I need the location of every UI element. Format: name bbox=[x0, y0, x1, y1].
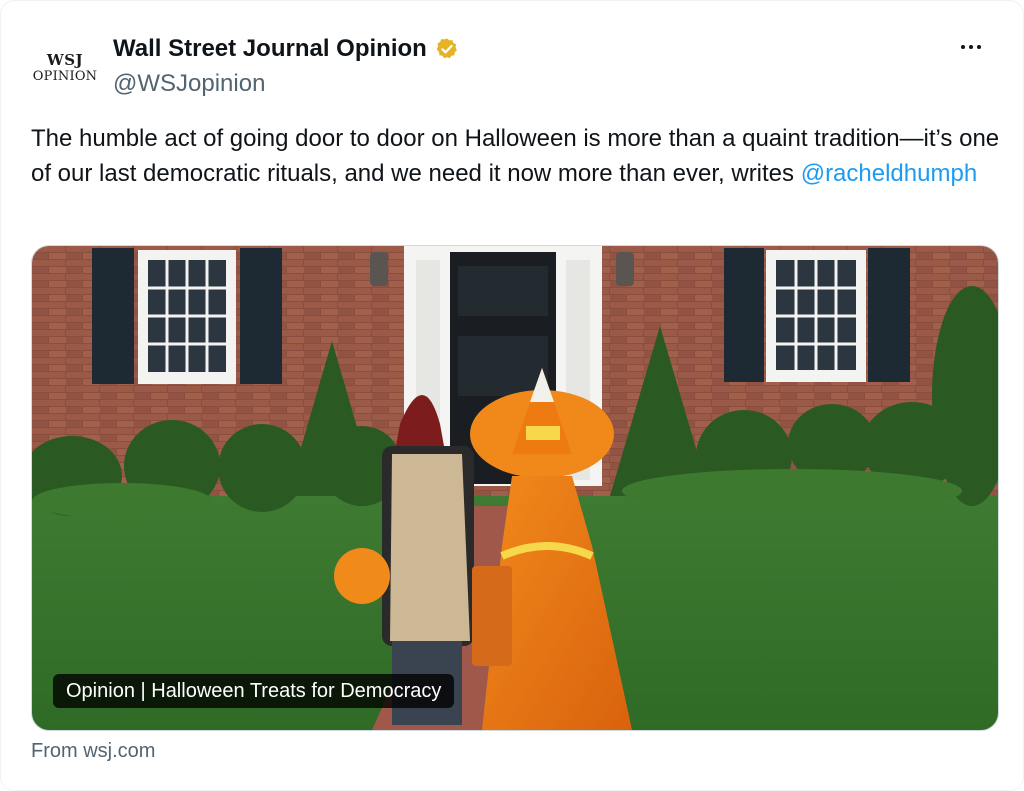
link-card-title[interactable]: Opinion | Halloween Treats for Democracy bbox=[53, 674, 455, 708]
link-card-source[interactable]: From wsj.com bbox=[31, 737, 155, 765]
author-display-name[interactable]: Wall Street Journal Opinion bbox=[113, 33, 427, 65]
tweet-card: WSJ OPINION Wall Street Journal Opinion … bbox=[0, 0, 1024, 791]
mention-link[interactable]: @racheldhumph bbox=[801, 160, 977, 187]
more-options-button[interactable] bbox=[951, 33, 991, 61]
avatar-logo-line1: WSJ bbox=[46, 51, 84, 69]
halloween-photo bbox=[32, 246, 998, 730]
wsj-opinion-avatar[interactable]: WSJ OPINION bbox=[33, 41, 97, 95]
avatar-logo-line2: OPINION bbox=[32, 69, 98, 84]
verified-badge-icon[interactable] bbox=[435, 37, 459, 61]
tweet-text: The humble act of going door to door on … bbox=[31, 121, 1001, 191]
ellipsis-dot bbox=[969, 45, 973, 49]
ellipsis-dot bbox=[977, 45, 981, 49]
link-card-image[interactable] bbox=[31, 245, 999, 731]
author-name-row: Wall Street Journal Opinion bbox=[113, 33, 459, 65]
author-handle[interactable]: @WSJopinion bbox=[113, 68, 265, 100]
ellipsis-icon bbox=[961, 45, 965, 49]
